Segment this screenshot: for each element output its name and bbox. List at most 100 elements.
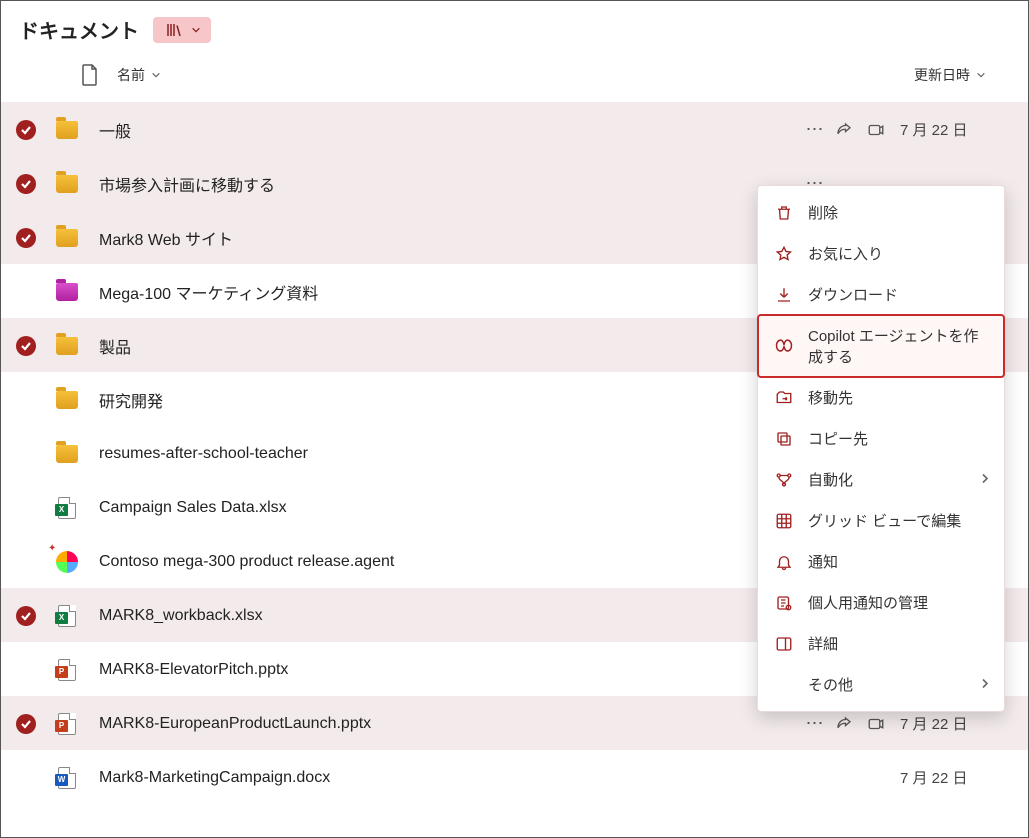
menu-label: 通知 bbox=[808, 551, 838, 572]
menu-personal-notify[interactable]: 個人用通知の管理 bbox=[758, 582, 1004, 623]
bell-icon bbox=[774, 552, 794, 572]
notify-settings-icon bbox=[774, 593, 794, 613]
file-name[interactable]: MARK8-ElevatorPitch.pptx bbox=[99, 661, 802, 679]
download-icon bbox=[774, 285, 794, 305]
word-file-icon: W bbox=[58, 767, 76, 789]
row-more-actions[interactable]: ⋯ bbox=[802, 119, 828, 140]
file-type-icon: W bbox=[55, 766, 79, 790]
menu-create-copilot-agent[interactable]: Copilot エージェントを作成する bbox=[758, 315, 1004, 377]
modified-date: 7 月 22 日 bbox=[896, 119, 1006, 140]
file-row[interactable]: WMark8-MarketingCampaign.docx⋯7 月 22 日 bbox=[1, 750, 1028, 804]
menu-label: 詳細 bbox=[808, 633, 838, 654]
menu-grid-edit[interactable]: グリッド ビューで編集 bbox=[758, 500, 1004, 541]
folder-icon bbox=[56, 175, 78, 193]
file-type-icon bbox=[55, 172, 79, 196]
share-icon[interactable] bbox=[832, 715, 856, 733]
menu-label: 自動化 bbox=[808, 469, 853, 490]
menu-details[interactable]: 詳細 bbox=[758, 623, 1004, 664]
file-name[interactable]: 市場参入計画に移動する bbox=[99, 172, 802, 196]
menu-label: グリッド ビューで編集 bbox=[808, 510, 961, 531]
menu-label: 削除 bbox=[808, 202, 838, 223]
column-modified[interactable]: 更新日時 bbox=[914, 65, 1008, 85]
menu-label: コピー先 bbox=[808, 428, 868, 449]
folder-icon bbox=[56, 337, 78, 355]
file-name[interactable]: MARK8_workback.xlsx bbox=[99, 607, 802, 625]
powerpoint-file-icon: P bbox=[58, 713, 76, 735]
file-type-icon bbox=[55, 388, 79, 412]
chevron-right-icon bbox=[980, 676, 990, 693]
agent-file-icon: ✦ bbox=[56, 551, 78, 573]
menu-label: Copilot エージェントを作成する bbox=[808, 325, 988, 367]
file-type-icon: P bbox=[55, 712, 79, 736]
manage-access-icon[interactable] bbox=[864, 121, 888, 139]
file-name[interactable]: Mega-100 マーケティング資料 bbox=[99, 280, 802, 304]
column-name[interactable]: 名前 bbox=[117, 65, 161, 85]
context-menu: 削除 お気に入り ダウンロード Copilot エージェントを作成する 移動先 … bbox=[757, 185, 1005, 712]
menu-delete[interactable]: 削除 bbox=[758, 192, 1004, 233]
row-selection[interactable] bbox=[15, 713, 37, 735]
column-name-label: 名前 bbox=[117, 65, 145, 85]
folder-icon bbox=[56, 391, 78, 409]
copy-icon bbox=[774, 429, 794, 449]
row-selection[interactable] bbox=[15, 335, 37, 357]
file-type-icon bbox=[81, 64, 99, 86]
row-selection[interactable] bbox=[15, 173, 37, 195]
file-type-icon: P bbox=[55, 658, 79, 682]
menu-favorite[interactable]: お気に入り bbox=[758, 233, 1004, 274]
menu-label: お気に入り bbox=[808, 243, 883, 264]
file-name[interactable]: 研究開発 bbox=[99, 388, 802, 412]
folder-icon bbox=[56, 229, 78, 247]
modified-date: 7 月 22 日 bbox=[896, 767, 1006, 788]
copilot-icon bbox=[774, 336, 794, 356]
file-type-icon bbox=[55, 334, 79, 358]
view-switcher[interactable] bbox=[153, 17, 211, 43]
checkmark-icon bbox=[16, 174, 36, 194]
file-name[interactable]: Campaign Sales Data.xlsx bbox=[99, 499, 802, 517]
folder-icon bbox=[56, 121, 78, 139]
manage-access-icon[interactable] bbox=[864, 715, 888, 733]
file-name[interactable]: Contoso mega-300 product release.agent bbox=[99, 553, 802, 571]
file-type-icon: X bbox=[55, 496, 79, 520]
row-selection[interactable] bbox=[15, 119, 37, 141]
row-selection[interactable] bbox=[15, 605, 37, 627]
menu-move[interactable]: 移動先 bbox=[758, 377, 1004, 418]
page-header: ドキュメント bbox=[1, 1, 1028, 58]
grid-icon bbox=[774, 511, 794, 531]
share-icon[interactable] bbox=[832, 121, 856, 139]
file-name[interactable]: Mark8-MarketingCampaign.docx bbox=[99, 769, 802, 787]
modified-date: 7 月 22 日 bbox=[896, 713, 1006, 734]
file-type-icon bbox=[55, 280, 79, 304]
move-icon bbox=[774, 388, 794, 408]
checkmark-icon bbox=[16, 606, 36, 626]
trash-icon bbox=[774, 203, 794, 223]
menu-label: ダウンロード bbox=[808, 284, 898, 305]
menu-label: 移動先 bbox=[808, 387, 853, 408]
file-name[interactable]: 一般 bbox=[99, 118, 802, 142]
file-name[interactable]: Mark8 Web サイト bbox=[99, 226, 802, 250]
menu-copy[interactable]: コピー先 bbox=[758, 418, 1004, 459]
checkmark-icon bbox=[16, 120, 36, 140]
file-name[interactable]: MARK8-EuropeanProductLaunch.pptx bbox=[99, 715, 802, 733]
row-selection[interactable] bbox=[15, 227, 37, 249]
chevron-down-icon bbox=[976, 70, 986, 80]
column-modified-label: 更新日時 bbox=[914, 65, 970, 85]
chevron-down-icon bbox=[191, 25, 201, 35]
library-icon bbox=[165, 21, 183, 39]
file-row[interactable]: 一般⋯ 7 月 22 日 bbox=[1, 102, 1028, 156]
file-name[interactable]: resumes-after-school-teacher bbox=[99, 445, 802, 463]
menu-automate[interactable]: 自動化 bbox=[758, 459, 1004, 500]
flow-icon bbox=[774, 470, 794, 490]
menu-download[interactable]: ダウンロード bbox=[758, 274, 1004, 315]
checkmark-icon bbox=[16, 714, 36, 734]
excel-file-icon: X bbox=[58, 497, 76, 519]
excel-file-icon: X bbox=[58, 605, 76, 627]
menu-notify[interactable]: 通知 bbox=[758, 541, 1004, 582]
row-more-actions[interactable]: ⋯ bbox=[802, 713, 828, 734]
file-name[interactable]: 製品 bbox=[99, 334, 802, 358]
menu-other[interactable]: その他 bbox=[758, 664, 1004, 705]
panel-icon bbox=[774, 634, 794, 654]
menu-label: その他 bbox=[808, 674, 853, 695]
file-type-icon bbox=[55, 226, 79, 250]
checkmark-icon bbox=[16, 336, 36, 356]
file-type-icon: ✦ bbox=[55, 550, 79, 574]
